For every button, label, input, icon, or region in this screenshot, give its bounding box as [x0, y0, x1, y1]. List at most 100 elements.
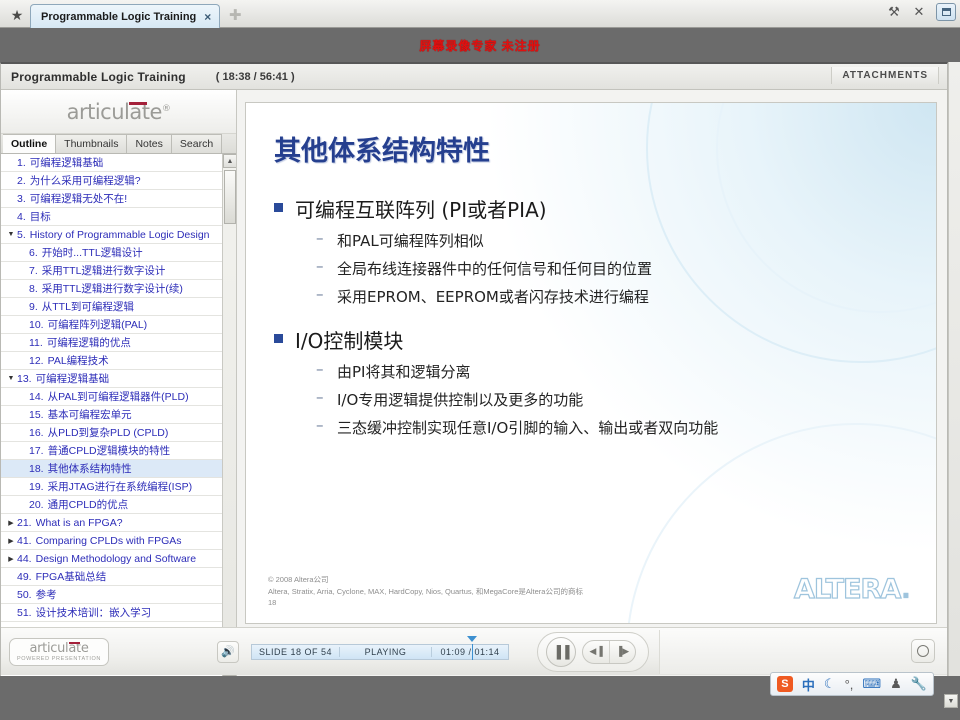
- slide-bullet-level1-text: I/O控制模块: [295, 329, 404, 353]
- slide-bullet-level1: 可编程互联阵列 (PI或者PIA): [274, 194, 910, 223]
- close-icon[interactable]: ×: [204, 10, 211, 24]
- outline-item-19[interactable]: 19. 采用JTAG进行在系统编程(ISP): [1, 478, 222, 496]
- slide-bullet-level2: – I/O专用逻辑提供控制以及更多的功能: [316, 389, 910, 410]
- outline-item-14[interactable]: 14. 从PAL到可编程逻辑器件(PLD): [1, 388, 222, 406]
- chevron-right-icon[interactable]: ▶: [5, 537, 17, 545]
- keyboard-icon[interactable]: ⌨: [862, 676, 881, 692]
- outline-item-8[interactable]: 8. 采用TTL逻辑进行数字设计(续): [1, 280, 222, 298]
- outline-item-13[interactable]: ▼ 13. 可编程逻辑基础: [1, 370, 222, 388]
- outline-item-label: 从PLD到复杂PLD (CPLD): [47, 427, 169, 439]
- chevron-right-icon[interactable]: ▶: [5, 555, 17, 563]
- outline-item-50[interactable]: 50. 参考: [1, 586, 222, 604]
- moon-icon[interactable]: ☾: [824, 676, 836, 692]
- outline-item-number: 3.: [17, 192, 26, 205]
- slide-bullet-level2-text: I/O专用逻辑提供控制以及更多的功能: [337, 391, 584, 409]
- outline-panel: 1. 可编程逻辑基础 2. 为什么采用可编程逻辑? 3. 可编程逻辑无处不在! 4. 目标 ▼ 5…: [1, 154, 236, 676]
- outline-item-number: 20.: [29, 498, 44, 511]
- outline-item-51[interactable]: 51. 设计技术培训：嵌入学习: [1, 604, 222, 622]
- outline-item-44[interactable]: ▶ 44. Design Methodology and Software: [1, 550, 222, 568]
- slide-title: 其他体系结构特性: [274, 136, 490, 167]
- sidebar-logo: articulate®: [1, 90, 236, 134]
- outline-item-6[interactable]: 6. 开始时...TTL逻辑设计: [1, 244, 222, 262]
- outline-item-number: 6.: [29, 246, 38, 259]
- outline-item-11[interactable]: 11. 可编程逻辑的优点: [1, 334, 222, 352]
- chevron-down-icon[interactable]: ▼: [5, 375, 17, 382]
- footer-logo-word: articulate: [29, 641, 88, 656]
- punctuation-icon[interactable]: °,: [845, 677, 854, 692]
- outline-item-41[interactable]: ▶ 41. Comparing CPLDs with FPGAs: [1, 532, 222, 550]
- new-tab-icon[interactable]: ✚: [224, 4, 246, 26]
- seekbar[interactable]: SLIDE 18 OF 54 PLAYING 01:09 / 01:14: [251, 635, 509, 660]
- outline-item-number: 19.: [29, 480, 44, 493]
- slide-bullet-level2-text: 和PAL可编程阵列相似: [337, 232, 484, 250]
- tab-thumbnails[interactable]: Thumbnails: [56, 134, 128, 153]
- outline-item-2[interactable]: 2. 为什么采用可编程逻辑?: [1, 172, 222, 190]
- player-body: articulate® Outline Thumbnails Notes Sea…: [1, 90, 947, 676]
- pause-button[interactable]: ▐▐: [546, 636, 576, 667]
- volume-icon[interactable]: 🔊: [217, 640, 239, 663]
- window-close-icon[interactable]: ✕: [911, 4, 927, 20]
- articulate-logo-text: articulate®: [67, 100, 171, 124]
- slide-canvas[interactable]: 其他体系结构特性 可编程互联阵列 (PI或者PIA) – 和PAL可编程阵列相似 – 全…: [245, 102, 937, 624]
- user-icon[interactable]: ♟: [890, 676, 902, 692]
- outline-item-label: History of Programmable Logic Design: [29, 228, 210, 241]
- slide-counter-label: SLIDE 18 OF 54: [252, 646, 340, 657]
- next-slide-button[interactable]: ▐▶: [609, 640, 635, 663]
- tab-notes[interactable]: Notes: [127, 134, 172, 153]
- outline-item-number: 16.: [29, 426, 44, 439]
- seek-position-caret: [472, 643, 473, 660]
- attachments-button[interactable]: ATTACHMENTS: [831, 67, 939, 84]
- slide-bullet-level1: I/O控制模块: [274, 325, 910, 354]
- window-restore-icon[interactable]: [936, 3, 956, 21]
- outline-item-label: 采用TTL逻辑进行数字设计: [41, 265, 166, 277]
- outline-item-label: 目标: [29, 211, 51, 223]
- outline-scrollbar[interactable]: ▲ ▼: [222, 154, 236, 676]
- tab-outline[interactable]: Outline: [3, 134, 57, 153]
- outline-item-3[interactable]: 3. 可编程逻辑无处不在!: [1, 190, 222, 208]
- player-control-bar: articulate POWERED PRESENTATION 🔊 SLIDE …: [1, 627, 947, 675]
- outline-item-label: 设计技术培训：嵌入学习: [35, 607, 152, 619]
- chevron-right-icon[interactable]: ▶: [5, 519, 17, 527]
- desktop-scroll-down-icon[interactable]: ▼: [944, 694, 958, 708]
- previous-slide-button[interactable]: ◀▐: [583, 641, 609, 663]
- outline-item-label: 基本可编程宏单元: [47, 409, 132, 421]
- scrollbar-thumb[interactable]: [224, 170, 236, 224]
- outline-item-15[interactable]: 15. 基本可编程宏单元: [1, 406, 222, 424]
- desktop-band: 屏幕录像专家 未注册: [0, 28, 960, 62]
- player-titlebar: Programmable Logic Training ( 18:38 / 56…: [1, 64, 947, 90]
- chevron-down-icon[interactable]: ▼: [5, 231, 17, 238]
- play-state-label: PLAYING: [340, 646, 432, 657]
- bullet-block-gap: [274, 307, 910, 321]
- slide-bullet-level2: – 和PAL可编程阵列相似: [316, 230, 910, 251]
- scroll-up-icon[interactable]: ▲: [223, 154, 236, 168]
- wrench-icon[interactable]: ⚒: [886, 4, 902, 20]
- outline-item-18[interactable]: 18. 其他体系结构特性: [1, 460, 222, 478]
- tab-search[interactable]: Search: [171, 134, 223, 153]
- logo-word: articulate: [66, 99, 163, 124]
- outline-item-5[interactable]: ▼ 5. History of Programmable Logic Design: [1, 226, 222, 244]
- ime-settings-wrench-icon[interactable]: 🔧: [911, 676, 927, 692]
- outline-item-1[interactable]: 1. 可编程逻辑基础: [1, 154, 222, 172]
- outline-item-21[interactable]: ▶ 21. What is an FPGA?: [1, 514, 222, 532]
- slide-bullet-level2: – 采用EPROM、EEPROM或者闪存技术进行编程: [316, 286, 910, 307]
- outline-item-4[interactable]: 4. 目标: [1, 208, 222, 226]
- outline-item-12[interactable]: 12. PAL编程技术: [1, 352, 222, 370]
- fullscreen-icon[interactable]: [911, 638, 935, 663]
- outline-item-9[interactable]: 9. 从TTL到可编程逻辑: [1, 298, 222, 316]
- outline-item-number: 7.: [29, 264, 38, 277]
- window-right-edge: [948, 62, 960, 676]
- input-mode-chinese-icon[interactable]: 中: [802, 675, 815, 694]
- outline-item-16[interactable]: 16. 从PLD到复杂PLD (CPLD): [1, 424, 222, 442]
- bookmark-star-icon[interactable]: ★: [4, 3, 30, 27]
- slide-trademarks: Altera, Stratix, Arria, Cyclone, MAX, Ha…: [268, 586, 583, 596]
- outline-item-7[interactable]: 7. 采用TTL逻辑进行数字设计: [1, 262, 222, 280]
- sogou-logo-icon[interactable]: S: [776, 676, 793, 692]
- outline-item-49[interactable]: 49. FPGA基础总结: [1, 568, 222, 586]
- browser-tab-active[interactable]: Programmable Logic Training ×: [30, 4, 221, 28]
- outline-item-17[interactable]: 17. 普通CPLD逻辑模块的特性: [1, 442, 222, 460]
- outline-item-10[interactable]: 10. 可编程阵列逻辑(PAL): [1, 316, 222, 334]
- dash-bullet-icon: –: [316, 360, 324, 378]
- seek-position-marker[interactable]: [467, 635, 477, 642]
- outline-item-20[interactable]: 20. 通用CPLD的优点: [1, 496, 222, 514]
- outline-list[interactable]: 1. 可编程逻辑基础 2. 为什么采用可编程逻辑? 3. 可编程逻辑无处不在! 4. 目标 ▼ 5…: [1, 154, 222, 676]
